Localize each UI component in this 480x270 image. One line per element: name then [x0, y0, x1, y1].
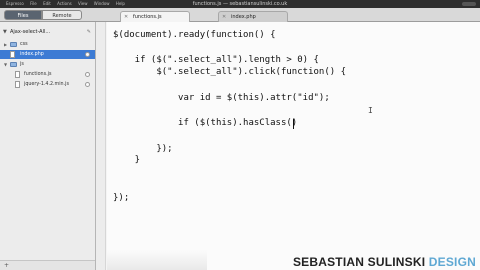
watermark-name: SEBASTIAN SULINSKI	[292, 255, 426, 269]
editor-tab-index-php[interactable]: ✕ index.php	[218, 11, 288, 22]
text-caret	[293, 119, 294, 129]
file-icon	[15, 81, 20, 88]
editor-tab-label: functions.js	[133, 14, 162, 20]
project-name: Ajax-select-All...	[10, 29, 51, 35]
editor-gutter	[96, 22, 106, 270]
project-header[interactable]: ▼ Ajax-select-All... ✎	[0, 27, 95, 37]
folder-icon	[10, 62, 17, 67]
watermark-design: DESIGN	[428, 255, 476, 269]
title-bar: Espresso File Edit Actions View Window H…	[0, 0, 480, 8]
code-line[interactable]: $(document).ready(function() {	[113, 30, 276, 41]
code-line[interactable]: });	[113, 144, 172, 155]
tree-item-label: css	[20, 42, 28, 47]
code-line[interactable]: if ($(this).hasClass()	[113, 118, 297, 129]
tree-item-functions-js[interactable]: functions.js	[0, 70, 95, 79]
code-line[interactable]: $(".select_all").click(function() {	[113, 67, 346, 78]
ibeam-cursor-icon: I	[368, 106, 373, 115]
status-circle-icon	[85, 82, 90, 87]
editor-tab-label: index.php	[231, 14, 256, 20]
tree-item-label: index.php	[20, 52, 44, 57]
file-icon	[15, 71, 20, 78]
edit-icon[interactable]: ✎	[87, 27, 91, 37]
add-icon[interactable]: +	[4, 261, 9, 270]
disclosure-triangle-icon[interactable]: ▼	[4, 60, 7, 69]
tree-item-css[interactable]: ▶ css	[0, 40, 95, 49]
status-circle-icon	[85, 52, 90, 57]
tab-bar: Files Remote ✕ functions.js ✕ index.php	[0, 8, 480, 22]
tree-item-index-php[interactable]: index.php	[0, 50, 95, 59]
code-line[interactable]: var id = $(this).attr("id");	[113, 93, 330, 104]
toolbar-toggle-button[interactable]	[462, 2, 476, 6]
code-line[interactable]: }	[113, 155, 140, 166]
tree-item-label: functions.js	[24, 72, 52, 77]
disclosure-triangle-icon[interactable]: ▶	[4, 40, 7, 49]
tree-item-jquery[interactable]: jquery-1.4.2.min.js	[0, 80, 95, 89]
code-line[interactable]: if ($(".select_all").length > 0) {	[113, 55, 319, 66]
tree-item-label: jquery-1.4.2.min.js	[24, 82, 69, 87]
editor-fade	[107, 250, 207, 270]
status-circle-icon	[85, 72, 90, 77]
code-line[interactable]: });	[113, 193, 129, 204]
watermark: SEBASTIAN SULINSKI DESIGN	[293, 255, 476, 269]
remote-tab[interactable]: Remote	[42, 10, 82, 20]
folder-icon	[10, 42, 17, 47]
disclosure-triangle-icon[interactable]: ▼	[3, 27, 7, 37]
tree-item-label: js	[20, 62, 24, 67]
sidebar-footer: +	[0, 260, 95, 270]
editor-tab-functions-js[interactable]: ✕ functions.js	[120, 11, 190, 22]
file-sidebar: ▼ Ajax-select-All... ✎ ▶ css index.php ▼…	[0, 22, 96, 270]
tree-item-js[interactable]: ▼ js	[0, 60, 95, 69]
file-icon	[10, 51, 15, 58]
window-title: functions.js — sebastiansulinski.co.uk	[192, 1, 288, 7]
files-tab[interactable]: Files	[4, 10, 42, 20]
